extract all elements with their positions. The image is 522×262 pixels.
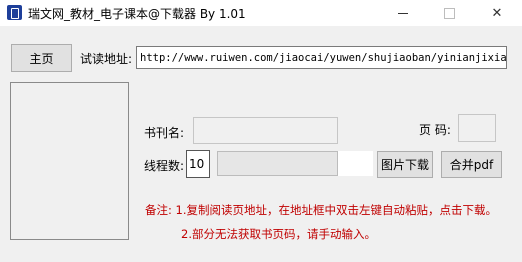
home-button[interactable]: 主页 [11, 44, 72, 72]
url-field[interactable]: http://www.ruiwen.com/jiaocai/yuwen/shuj… [136, 46, 507, 69]
note-line-1: 备注: 1.复制阅读页地址，在地址框中双击左键自动粘贴，点击下载。 [145, 203, 497, 217]
maximize-icon [443, 7, 455, 19]
book-name-label: 书刊名: [144, 126, 185, 140]
minimize-icon [398, 12, 408, 14]
close-button[interactable]: ✕ [474, 0, 520, 26]
book-name-field[interactable] [193, 117, 338, 144]
progress-bar [217, 151, 338, 176]
app-icon [7, 5, 22, 20]
cover-image-box [10, 82, 129, 240]
page-field[interactable] [458, 114, 496, 142]
image-download-button[interactable]: 图片下载 [377, 151, 433, 178]
progress-gap [338, 151, 373, 176]
close-icon: ✕ [491, 5, 503, 21]
page-label: 页 码: [419, 123, 451, 137]
note-line-2: 2.部分无法获取书页码，请手动输入。 [181, 227, 376, 241]
url-label: 试读地址: [80, 52, 133, 66]
maximize-button[interactable] [426, 0, 472, 26]
minimize-button[interactable] [380, 0, 426, 26]
title-bar: 瑞文网_教材_电子课本@下载器 By 1.01 ✕ [0, 0, 522, 26]
threads-field[interactable]: 10 [186, 150, 210, 178]
threads-label: 线程数: [144, 159, 185, 173]
merge-pdf-button[interactable]: 合并pdf [441, 151, 502, 178]
window-title: 瑞文网_教材_电子课本@下载器 By 1.01 [28, 7, 246, 21]
